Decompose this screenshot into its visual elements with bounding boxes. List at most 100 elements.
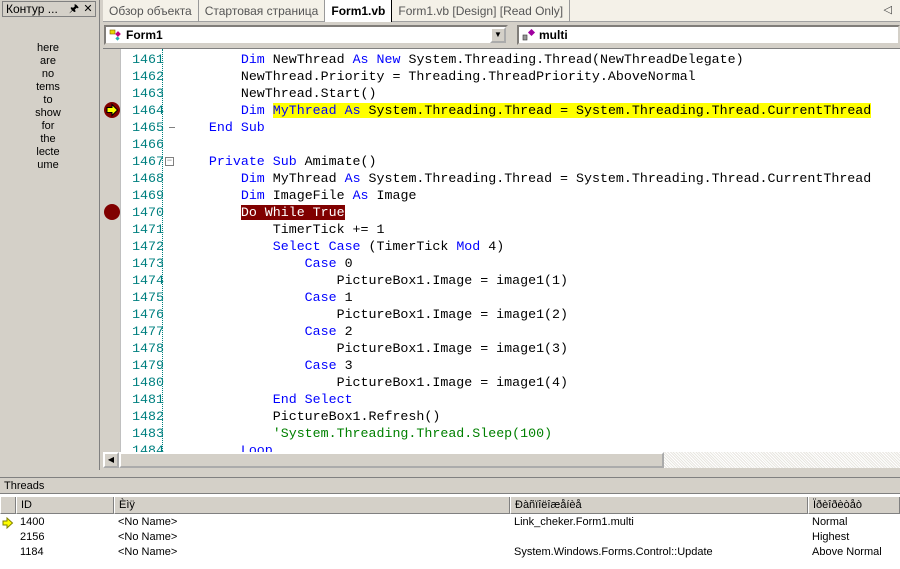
fold-end-mark xyxy=(169,127,175,128)
code-line: 1469 Dim ImageFile As Image xyxy=(121,187,900,204)
current-thread-cell xyxy=(0,515,16,530)
code-line: 1482 PictureBox1.Refresh() xyxy=(121,408,900,425)
code-token: Case xyxy=(304,256,337,271)
method-dropdown-value: multi xyxy=(539,28,568,42)
tab-scroll-left-icon[interactable]: ◁ xyxy=(884,3,892,16)
code-text: Case 0 xyxy=(177,255,353,272)
breakpoint-icon[interactable] xyxy=(104,204,120,220)
code-line: 1476 PictureBox1.Image = image1(2) xyxy=(121,306,900,323)
code-token: Dim xyxy=(240,171,265,186)
line-number: 1476 xyxy=(132,307,164,322)
breakpoint-gutter[interactable] xyxy=(103,49,121,452)
outline-empty-line: the xyxy=(40,133,56,145)
thread-row[interactable]: 2156 <No Name> Highest xyxy=(0,530,900,545)
code-text: PictureBox1.Image = image1(2) xyxy=(177,306,568,323)
code-line: 1465 End Sub xyxy=(121,119,900,136)
thread-priority: Normal xyxy=(812,516,848,528)
column-header-2[interactable]: Ðàñïîëîæåíèå xyxy=(510,497,808,514)
code-text: NewThread.Start() xyxy=(177,85,377,102)
code-line: 1466 xyxy=(121,136,900,153)
code-token: As xyxy=(344,171,361,186)
code-token: End Sub xyxy=(208,120,265,135)
class-icon xyxy=(109,29,121,41)
line-number: 1480 xyxy=(132,375,164,390)
close-icon[interactable]: ✕ xyxy=(81,2,95,16)
thread-name: <No Name> xyxy=(118,516,178,528)
tab-0[interactable]: Обзор объекта xyxy=(103,0,199,22)
code-token: As xyxy=(352,52,369,67)
method-dropdown[interactable]: multi xyxy=(517,25,900,45)
outline-panel-header: Контур ... 🖈︎ ✕ xyxy=(2,1,96,17)
class-dropdown[interactable]: Form1 ▼ xyxy=(104,25,508,45)
line-number: 1473 xyxy=(132,256,164,271)
code-token: Case xyxy=(304,290,337,305)
code-lines: 1461 Dim NewThread As New System.Threadi… xyxy=(121,51,900,452)
code-text: Select Case (TimerTick Mod 4) xyxy=(177,238,504,255)
code-line: 1461 Dim NewThread As New System.Threadi… xyxy=(121,51,900,68)
code-token: PictureBox1.Image = image1(3) xyxy=(177,341,568,356)
line-number: 1477 xyxy=(132,324,164,339)
line-number: 1474 xyxy=(132,273,164,288)
thread-row[interactable]: 1400 <No Name> Link_cheker.Form1.multi Norm… xyxy=(0,515,900,530)
thread-id: 2156 xyxy=(20,531,45,543)
line-number: 1470 xyxy=(132,205,164,220)
code-token: 2 xyxy=(336,324,353,339)
thread-location: Link_cheker.Form1.multi xyxy=(514,516,634,528)
column-header-3[interactable]: Ïðèîðèòåò xyxy=(808,497,900,514)
tab-2[interactable]: Form1.vb xyxy=(325,0,393,22)
code-token: System.Threading.Thread = System.Threadi… xyxy=(360,171,872,186)
code-token: (TimerTick xyxy=(360,239,457,254)
code-text: PictureBox1.Image = image1(3) xyxy=(177,340,568,357)
collapse-icon[interactable]: − xyxy=(165,157,174,166)
code-line: 1473 Case 0 xyxy=(121,255,900,272)
code-line: 1477 Case 2 xyxy=(121,323,900,340)
code-token: NewThread.Start() xyxy=(177,86,377,101)
current-statement-icon[interactable] xyxy=(104,102,120,118)
code-token: Case xyxy=(304,324,337,339)
scrollbar-thumb[interactable] xyxy=(119,452,664,468)
code-line: 1483 'System.Threading.Thread.Sleep(100) xyxy=(121,425,900,442)
line-number: 1479 xyxy=(132,358,164,373)
code-text: Do While True xyxy=(177,204,345,221)
code-token: Image xyxy=(368,188,417,203)
threads-header: ID Èìÿ Ðàñïîëîæåíèå Ïðèîðèòåò xyxy=(0,497,900,514)
scroll-left-icon[interactable]: ◀ xyxy=(103,452,119,468)
thread-id: 1184 xyxy=(20,546,44,558)
code-text: Case 2 xyxy=(177,323,353,340)
code-token: 3 xyxy=(336,358,353,373)
code-text: Dim ImageFile As Image xyxy=(177,187,417,204)
code-line: 1472 Select Case (TimerTick Mod 4) xyxy=(121,238,900,255)
code-text: PictureBox1.Image = image1(4) xyxy=(177,374,568,391)
thread-row[interactable]: 1184 <No Name> System.Windows.Forms.Contro… xyxy=(0,545,900,560)
line-number: 1472 xyxy=(132,239,164,254)
code-text: Dim NewThread As New System.Threading.Th… xyxy=(177,51,744,68)
line-number: 1462 xyxy=(132,69,164,84)
horizontal-scrollbar[interactable]: ◀ xyxy=(103,452,900,468)
column-header-1[interactable]: Èìÿ xyxy=(114,497,510,514)
code-token: MyThread xyxy=(272,103,345,118)
code-token: Loop xyxy=(240,443,273,452)
column-header-0[interactable]: ID xyxy=(16,497,114,514)
code-editor[interactable]: 1461 Dim NewThread As New System.Threadi… xyxy=(103,48,900,452)
pin-icon[interactable]: 🖈︎ xyxy=(67,2,81,16)
code-token: Dim xyxy=(240,103,265,118)
tab-3[interactable]: Form1.vb [Design] [Read Only] xyxy=(392,0,571,22)
code-line: 1478 PictureBox1.Image = image1(3) xyxy=(121,340,900,357)
thread-name: <No Name> xyxy=(118,546,178,558)
chevron-down-icon[interactable]: ▼ xyxy=(490,27,506,43)
line-number: 1468 xyxy=(132,171,164,186)
line-number: 1471 xyxy=(132,222,164,237)
tab-1[interactable]: Стартовая страница xyxy=(199,0,326,22)
line-number: 1469 xyxy=(132,188,164,203)
outline-empty-line: for xyxy=(41,120,55,132)
code-token: New xyxy=(376,52,401,67)
